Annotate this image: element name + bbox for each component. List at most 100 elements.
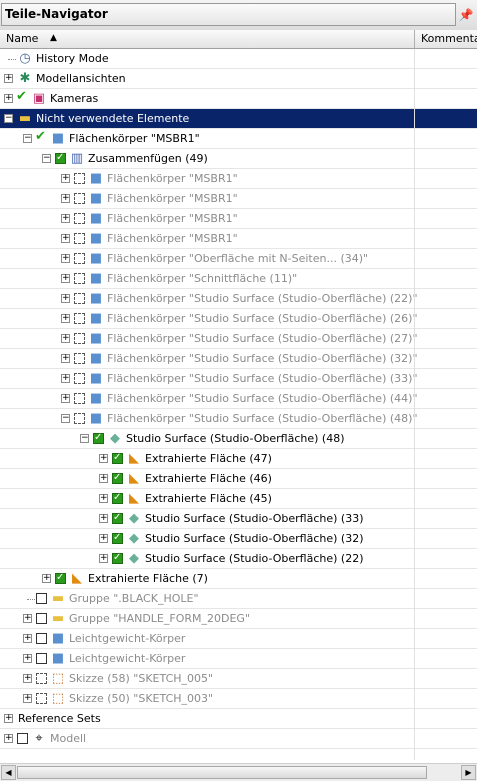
expand-icon[interactable]: + <box>61 214 70 223</box>
tree-row[interactable]: + ◆ Studio Surface (Studio-Oberfläche) (22… <box>0 549 477 569</box>
expand-icon[interactable]: + <box>99 514 108 523</box>
tree-row[interactable]: + Reference Sets <box>0 709 477 729</box>
expand-icon[interactable]: + <box>23 614 32 623</box>
visibility-checkbox[interactable] <box>74 373 85 384</box>
visibility-checkbox[interactable] <box>36 613 47 624</box>
tree-row[interactable]: + ■ Flächenkörper "Schnittfläche (11)" <box>0 269 477 289</box>
tree-row[interactable]: + ▬ Gruppe "HANDLE_FORM_20DEG" <box>0 609 477 629</box>
expand-icon[interactable]: + <box>23 654 32 663</box>
horizontal-scrollbar[interactable]: ◀ ▶ <box>0 763 477 781</box>
visibility-checkbox[interactable] <box>93 432 104 444</box>
tree-row[interactable]: + ◆ Studio Surface (Studio-Oberfläche) (33… <box>0 509 477 529</box>
expand-icon[interactable]: + <box>4 74 13 83</box>
visibility-checkbox[interactable] <box>55 152 66 164</box>
tree-row[interactable]: + ◣ Extrahierte Fläche (46) <box>0 469 477 489</box>
tree-row[interactable]: + ✱ Modellansichten <box>0 69 477 89</box>
collapse-icon[interactable]: − <box>4 114 13 123</box>
visibility-checkbox[interactable] <box>74 193 85 204</box>
tree-row[interactable]: + ■ Flächenkörper "Studio Surface (Studio-… <box>0 369 477 389</box>
expand-icon[interactable]: + <box>23 694 32 703</box>
expand-icon[interactable]: + <box>23 634 32 643</box>
expand-icon[interactable]: + <box>99 534 108 543</box>
tree-row[interactable]: + ■ Flächenkörper "MSBR1" <box>0 169 477 189</box>
expand-icon[interactable]: + <box>61 354 70 363</box>
tree-row[interactable]: + ■ Leichtgewicht-Körper <box>0 629 477 649</box>
visibility-checkbox[interactable] <box>112 532 123 544</box>
expand-icon[interactable]: + <box>99 494 108 503</box>
tree-row[interactable]: − ▬ Nicht verwendete Elemente <box>0 109 477 129</box>
scroll-left-button[interactable]: ◀ <box>1 765 16 780</box>
tree-row[interactable]: + ■ Flächenkörper "Studio Surface (Studio-… <box>0 329 477 349</box>
expand-icon[interactable]: + <box>61 294 70 303</box>
scroll-right-button[interactable]: ▶ <box>461 765 476 780</box>
expand-icon[interactable]: + <box>61 194 70 203</box>
visibility-checkbox[interactable] <box>55 572 66 584</box>
visibility-checkbox[interactable] <box>74 313 85 324</box>
visibility-checkbox[interactable] <box>36 653 47 664</box>
collapse-icon[interactable]: − <box>23 134 32 143</box>
tree-row[interactable]: + ■ Flächenkörper "Oberfläche mit N-Seiten… <box>0 249 477 269</box>
visibility-checkbox[interactable] <box>74 253 85 264</box>
tree-row[interactable]: + ◆ Studio Surface (Studio-Oberfläche) (32… <box>0 529 477 549</box>
tree-row[interactable]: + ⬚ Skizze (50) "SKETCH_003" <box>0 689 477 709</box>
expand-icon[interactable]: + <box>99 454 108 463</box>
collapse-icon[interactable]: − <box>61 414 70 423</box>
visibility-checkbox[interactable] <box>74 233 85 244</box>
tree-row[interactable]: + ■ Flächenkörper "Studio Surface (Studio-… <box>0 349 477 369</box>
visibility-checkbox[interactable] <box>74 273 85 284</box>
visibility-checkbox[interactable] <box>36 633 47 644</box>
tree-row[interactable]: + ■ Flächenkörper "Studio Surface (Studio-… <box>0 309 477 329</box>
expand-icon[interactable]: + <box>4 94 13 103</box>
expand-icon[interactable]: + <box>61 394 70 403</box>
expand-icon[interactable]: + <box>4 734 13 743</box>
column-comment-header[interactable]: Kommentar <box>415 30 477 48</box>
expand-icon[interactable]: + <box>61 314 70 323</box>
collapse-icon[interactable]: − <box>42 154 51 163</box>
tree-row[interactable]: + ■ Leichtgewicht-Körper <box>0 649 477 669</box>
visibility-checkbox[interactable] <box>16 89 28 104</box>
visibility-checkbox[interactable] <box>74 213 85 224</box>
tree-row[interactable]: − ■ Flächenkörper "MSBR1" <box>0 129 477 149</box>
tree-row[interactable]: + ■ Flächenkörper "MSBR1" <box>0 209 477 229</box>
visibility-checkbox[interactable] <box>74 413 85 424</box>
visibility-checkbox[interactable] <box>74 353 85 364</box>
tree-row[interactable]: ▬ Gruppe ".BLACK_HOLE" <box>0 589 477 609</box>
expand-icon[interactable]: + <box>61 174 70 183</box>
visibility-checkbox[interactable] <box>74 333 85 344</box>
tree-row[interactable]: + ◣ Extrahierte Fläche (47) <box>0 449 477 469</box>
tree-row[interactable]: − ◆ Studio Surface (Studio-Oberfläche) (48… <box>0 429 477 449</box>
expand-icon[interactable]: + <box>99 554 108 563</box>
visibility-checkbox[interactable] <box>36 593 47 604</box>
tree-row[interactable]: + ⌖ Modell <box>0 729 477 749</box>
tree-row[interactable]: + ◣ Extrahierte Fläche (7) <box>0 569 477 589</box>
expand-icon[interactable]: + <box>61 374 70 383</box>
visibility-checkbox[interactable] <box>17 733 28 744</box>
expand-icon[interactable]: + <box>61 334 70 343</box>
visibility-checkbox[interactable] <box>112 472 123 484</box>
tree-row[interactable]: + ◣ Extrahierte Fläche (45) <box>0 489 477 509</box>
visibility-checkbox[interactable] <box>36 673 47 684</box>
visibility-checkbox[interactable] <box>112 512 123 524</box>
tree-row[interactable]: + ■ Flächenkörper "MSBR1" <box>0 229 477 249</box>
tree-row[interactable]: + ■ Flächenkörper "Studio Surface (Studio-… <box>0 289 477 309</box>
visibility-checkbox[interactable] <box>74 173 85 184</box>
tree-row[interactable]: + ▣ Kameras <box>0 89 477 109</box>
pin-icon[interactable]: 📌 <box>457 6 475 24</box>
visibility-checkbox[interactable] <box>112 492 123 504</box>
collapse-icon[interactable]: − <box>80 434 89 443</box>
expand-icon[interactable]: + <box>61 234 70 243</box>
tree-row[interactable]: − ▥ Zusammenfügen (49) <box>0 149 477 169</box>
tree-row[interactable]: − ■ Flächenkörper "Studio Surface (Studio-… <box>0 409 477 429</box>
tree-row[interactable]: ◷ History Mode <box>0 49 477 69</box>
expand-icon[interactable]: + <box>61 274 70 283</box>
expand-icon[interactable]: + <box>23 674 32 683</box>
tree-row[interactable]: + ■ Flächenkörper "Studio Surface (Studio-… <box>0 389 477 409</box>
expand-icon[interactable]: + <box>42 574 51 583</box>
visibility-checkbox[interactable] <box>112 552 123 564</box>
visibility-checkbox[interactable] <box>74 393 85 404</box>
expand-icon[interactable]: + <box>61 254 70 263</box>
expand-icon[interactable]: + <box>4 714 13 723</box>
column-name-header[interactable]: Name ▲ <box>0 30 415 48</box>
visibility-checkbox[interactable] <box>74 293 85 304</box>
expand-icon[interactable]: + <box>99 474 108 483</box>
